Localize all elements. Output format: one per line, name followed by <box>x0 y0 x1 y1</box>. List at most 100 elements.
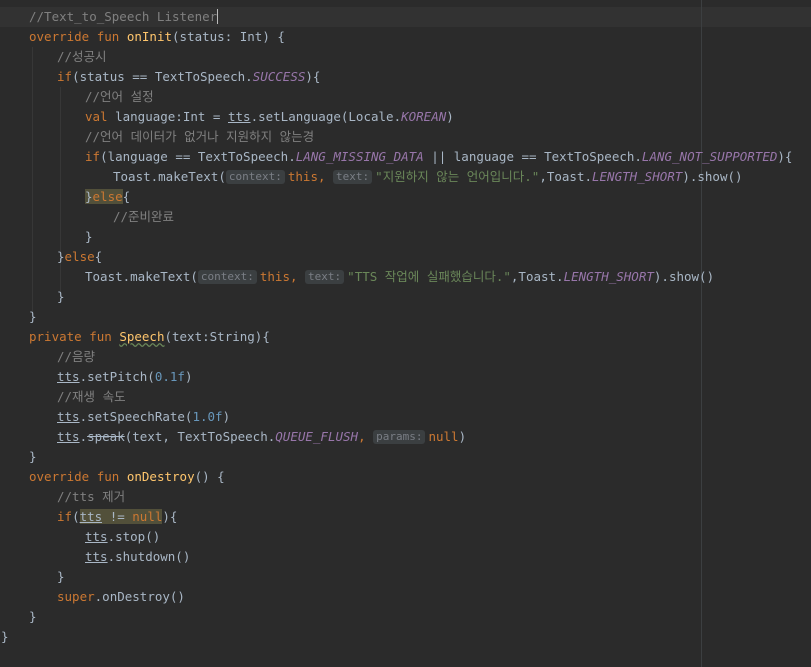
code-line-8[interactable]: if(language == TextToSpeech.LANG_MISSING… <box>85 147 792 167</box>
code-text: , <box>317 169 334 184</box>
code-editor[interactable]: //Text_to_Speech Listener override fun o… <box>0 0 811 667</box>
constant: SUCCESS <box>252 69 306 84</box>
keyword: fun <box>89 329 112 344</box>
deprecated-method: speak <box>87 429 125 444</box>
keyword: val <box>85 109 108 124</box>
comment: //음량 <box>57 349 96 364</box>
property-reference: tts <box>57 369 80 384</box>
code-line-20[interactable]: //재생 속도 <box>57 387 126 407</box>
code-text: ) <box>446 109 454 124</box>
code-text: ) <box>184 369 193 384</box>
code-text: ,Toast. <box>539 169 592 184</box>
code-text: (status: Int) { <box>172 29 285 44</box>
code-line-2[interactable]: override fun onInit(status: Int) { <box>29 27 285 47</box>
code-text: .shutdown() <box>107 549 191 564</box>
code-text: } <box>29 449 37 464</box>
code-line-18[interactable]: //음량 <box>57 347 95 367</box>
code-line-27[interactable]: tts.stop() <box>85 527 160 547</box>
keyword: override <box>29 469 90 484</box>
comment: //Text_to_Speech Listener <box>29 9 218 24</box>
code-line-15[interactable]: } <box>57 287 65 307</box>
code-text: } <box>57 249 65 264</box>
keyword: if <box>57 69 73 84</box>
keyword: this <box>259 269 290 284</box>
code-line-19[interactable]: tts.setPitch(0.1f) <box>57 367 192 387</box>
code-line-23[interactable]: } <box>29 447 37 467</box>
code-line-31[interactable]: } <box>29 607 37 627</box>
keyword: if <box>57 509 73 524</box>
code-text: .setSpeechRate( <box>79 409 193 424</box>
code-line-24[interactable]: override fun onDestroy() { <box>29 467 225 487</box>
code-line-16[interactable]: } <box>29 307 37 327</box>
comment: //재생 속도 <box>57 389 126 404</box>
code-line-25[interactable]: //tts 제거 <box>57 487 125 507</box>
code-text: ){ <box>777 149 793 164</box>
parameter-hint: context: <box>197 270 257 284</box>
code-text: Toast.makeText( <box>85 269 198 284</box>
keyword: override <box>29 29 90 44</box>
number-literal: 1.0f <box>192 409 223 424</box>
code-line-12[interactable]: } <box>85 227 93 247</box>
code-text: (language == TextToSpeech. <box>100 149 296 164</box>
comment: //준비완료 <box>113 209 175 224</box>
code-line-11[interactable]: //준비완료 <box>113 207 174 227</box>
constant: KOREAN <box>401 109 447 124</box>
property-reference: tts <box>57 409 80 424</box>
code-line-1[interactable]: //Text_to_Speech Listener <box>29 7 219 27</box>
code-line-21[interactable]: tts.setSpeechRate(1.0f) <box>57 407 230 427</box>
code-text: || language == TextToSpeech. <box>423 149 642 164</box>
keyword: null <box>428 429 459 444</box>
code-text: Toast.makeText( <box>113 169 226 184</box>
code-line-5[interactable]: //언어 설정 <box>85 87 154 107</box>
property-reference: tts <box>85 549 108 564</box>
code-text: } <box>57 569 65 584</box>
code-line-17[interactable]: private fun Speech(text:String){ <box>29 327 270 347</box>
code-line-28[interactable]: tts.shutdown() <box>85 547 190 567</box>
code-text: , <box>289 269 306 284</box>
function-name: onInit <box>126 29 173 44</box>
code-text: (text, TextToSpeech. <box>124 429 276 444</box>
code-line-13[interactable]: }else{ <box>57 247 102 267</box>
keyword: this <box>287 169 318 184</box>
keyword: else <box>92 189 123 204</box>
code-text: . <box>79 429 88 444</box>
function-name: onDestroy <box>126 469 195 484</box>
constant: LENGTH_SHORT <box>592 169 683 184</box>
keyword: private <box>29 329 82 344</box>
code-text: (status == TextToSpeech. <box>72 69 253 84</box>
code-line-26[interactable]: if(tts != null){ <box>57 507 177 527</box>
code-line-30[interactable]: super.onDestroy() <box>57 587 185 607</box>
code-text: } <box>1 629 9 644</box>
code-line-32[interactable]: } <box>1 627 9 647</box>
code-line-6[interactable]: val language:Int = tts.setLanguage(Local… <box>85 107 454 127</box>
code-text: () { <box>194 469 225 484</box>
function-name: Speech <box>119 329 165 344</box>
code-line-14[interactable]: Toast.makeText(context: this, text: "TTS 작… <box>85 267 714 287</box>
code-text: != <box>102 509 133 524</box>
comment: //tts 제거 <box>57 489 126 504</box>
code-text: } <box>85 189 93 204</box>
keyword: null <box>132 509 163 524</box>
code-line-9[interactable]: Toast.makeText(context: this, text: "지원하지 … <box>113 167 743 187</box>
code-text: ).show() <box>653 269 715 284</box>
code-line-10[interactable]: }else{ <box>85 187 130 207</box>
parameter-hint: text: <box>305 270 345 284</box>
code-text: language:Int = <box>107 109 228 124</box>
code-line-22[interactable]: tts.speak(text, TextToSpeech.QUEUE_FLUSH… <box>57 427 466 447</box>
code-text: } <box>29 609 37 624</box>
code-text: .setPitch( <box>79 369 155 384</box>
code-line-4[interactable]: if(status == TextToSpeech.SUCCESS){ <box>57 67 320 87</box>
code-text: .stop() <box>107 529 161 544</box>
code-text: ) <box>458 429 467 444</box>
parameter-hint: text: <box>333 170 373 184</box>
code-line-29[interactable]: } <box>57 567 65 587</box>
property-reference: tts <box>57 429 80 444</box>
code-line-3[interactable]: //성공시 <box>57 47 107 67</box>
code-line-7[interactable]: //언어 데이터가 없거나 지원하지 않는경 <box>85 127 314 147</box>
code-text: (text:String){ <box>164 329 270 344</box>
keyword: if <box>85 149 101 164</box>
code-text: .onDestroy() <box>94 589 185 604</box>
string-literal: "TTS 작업에 실패했습니다." <box>347 269 511 284</box>
code-text: ) <box>222 409 231 424</box>
code-text: { <box>122 189 131 204</box>
